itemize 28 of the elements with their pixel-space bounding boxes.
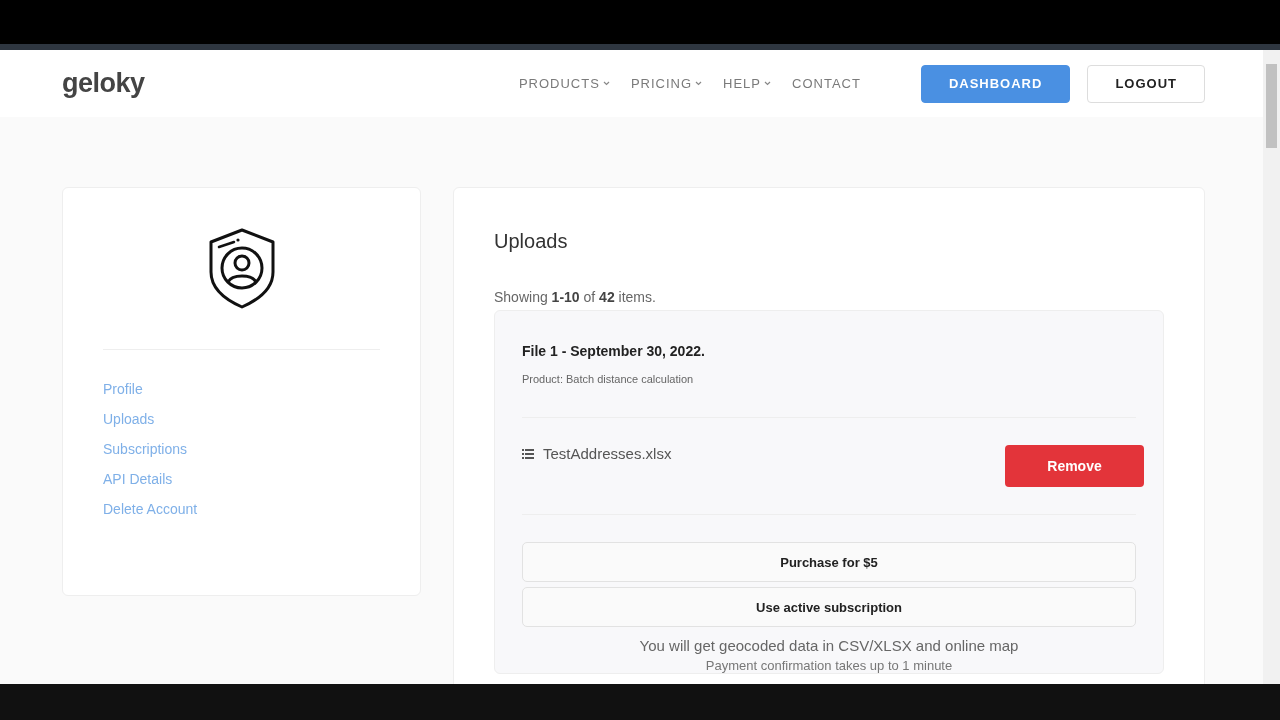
payment-note: Payment confirmation takes up to 1 minute xyxy=(704,658,954,673)
logout-button[interactable]: LOGOUT xyxy=(1087,64,1205,103)
upload-title: File 1 - September 30, 2022. xyxy=(522,343,706,359)
scrollbar[interactable] xyxy=(1263,50,1280,684)
caret-icon xyxy=(602,81,610,86)
info-text: You will get geocoded data in CSV/XLSX and online map xyxy=(638,637,1020,654)
caret-icon xyxy=(764,81,771,86)
sidebar-link[interactable]: API Details xyxy=(103,471,380,487)
sidebar-link[interactable]: Profile xyxy=(103,381,380,397)
dashboard-button[interactable]: DASHBOARD xyxy=(920,64,1071,103)
list-icon xyxy=(522,448,534,459)
items-summary: Showing 1-10 of 42 items. xyxy=(494,289,657,305)
product-label: Product: Batch distance calculation xyxy=(522,373,695,385)
shield-user-icon xyxy=(207,228,276,309)
sidebar-link[interactable]: Subscriptions xyxy=(103,441,380,457)
sidebar-link[interactable]: Delete Account xyxy=(103,501,380,517)
remove-button[interactable]: Remove xyxy=(1005,445,1144,487)
caret-icon xyxy=(695,81,703,86)
nav-link[interactable]: PRICING xyxy=(630,76,703,91)
logo[interactable]: geloky xyxy=(62,68,145,99)
nav-link[interactable]: HELP xyxy=(723,76,771,91)
file-name: TestAddresses.xlsx xyxy=(543,445,672,462)
page-title: Uploads xyxy=(494,230,569,253)
nav-link[interactable]: CONTACT xyxy=(792,76,861,91)
nav-link[interactable]: PRODUCTS xyxy=(518,76,610,91)
sidebar-link[interactable]: Uploads xyxy=(103,411,380,427)
action-button[interactable]: Use active subscription xyxy=(522,587,1136,627)
action-button[interactable]: Purchase for $5 xyxy=(522,542,1136,582)
